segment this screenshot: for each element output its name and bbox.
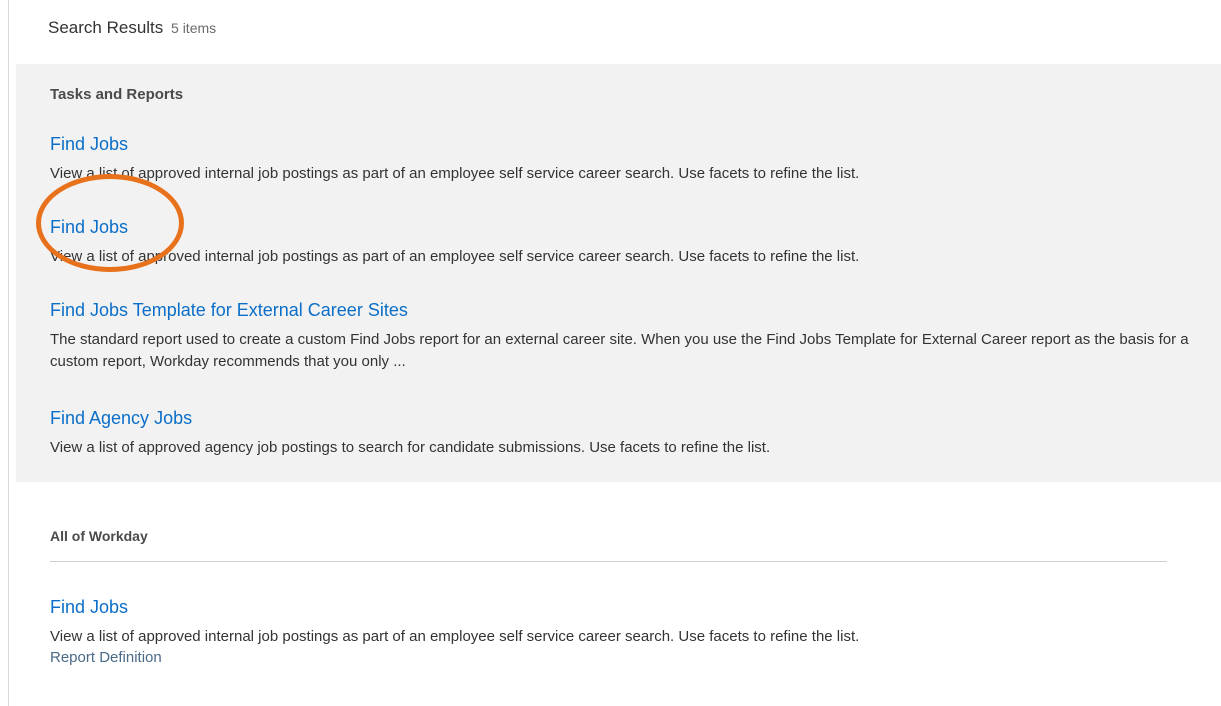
results-title: Search Results <box>48 18 164 37</box>
result-description: View a list of approved agency job posti… <box>50 439 771 456</box>
result-link-find-jobs[interactable]: Find Jobs <box>50 134 1205 155</box>
workday-section-title: All of Workday <box>50 528 148 544</box>
result-item: Find Jobs View a list of approved intern… <box>50 134 1205 185</box>
result-link-find-agency-jobs[interactable]: Find Agency Jobs <box>50 408 1205 429</box>
report-definition-link[interactable]: Report Definition <box>50 648 1205 668</box>
left-border <box>8 0 9 706</box>
result-item: Find Agency Jobs View a list of approved… <box>50 408 1205 459</box>
result-item: Find Jobs View a list of approved intern… <box>50 597 1205 668</box>
result-description: View a list of approved internal job pos… <box>50 165 860 182</box>
results-count: 5 items <box>171 20 217 36</box>
tasks-section-title: Tasks and Reports <box>50 86 184 103</box>
result-link-find-jobs[interactable]: Find Jobs <box>50 217 1205 238</box>
result-link-find-jobs[interactable]: Find Jobs <box>50 597 1205 618</box>
section-divider <box>50 561 1167 562</box>
result-item: Find Jobs View a list of approved intern… <box>50 217 1205 268</box>
result-description: View a list of approved internal job pos… <box>50 248 860 265</box>
result-description: The standard report used to create a cus… <box>50 331 1189 370</box>
search-results-page: Search Results 5 items Tasks and Reports… <box>0 0 1221 706</box>
result-link-find-jobs-template[interactable]: Find Jobs Template for External Career S… <box>50 300 1205 321</box>
results-header: Search Results 5 items <box>48 18 216 38</box>
result-item: Find Jobs Template for External Career S… <box>50 300 1205 373</box>
result-description: View a list of approved internal job pos… <box>50 628 860 645</box>
